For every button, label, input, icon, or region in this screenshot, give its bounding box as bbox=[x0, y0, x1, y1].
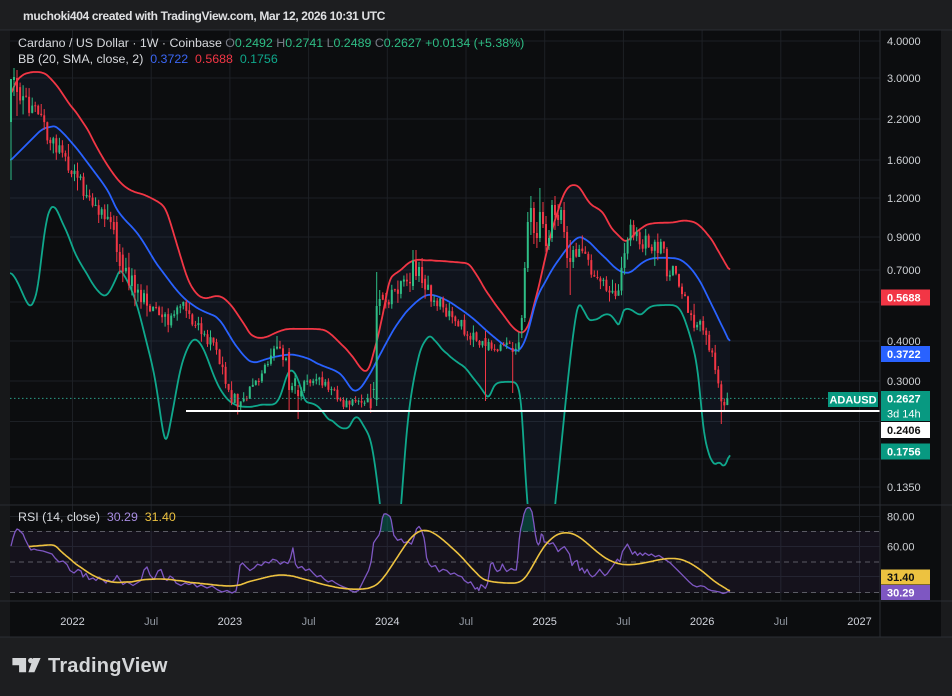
svg-text:2024: 2024 bbox=[375, 616, 399, 628]
svg-text:Jul: Jul bbox=[616, 616, 630, 628]
svg-text:Jul: Jul bbox=[144, 616, 158, 628]
svg-text:0.3722: 0.3722 bbox=[887, 349, 921, 361]
svg-text:Jul: Jul bbox=[302, 616, 316, 628]
svg-text:2.2000: 2.2000 bbox=[887, 114, 921, 126]
svg-text:1.2000: 1.2000 bbox=[887, 193, 921, 205]
svg-text:2025: 2025 bbox=[532, 616, 556, 628]
svg-text:2023: 2023 bbox=[218, 616, 242, 628]
svg-text:4.0000: 4.0000 bbox=[887, 36, 921, 48]
svg-text:Cardano / US Dollar · 1W · Coi: Cardano / US Dollar · 1W · Coinbase O0.2… bbox=[18, 36, 524, 50]
svg-text:60.00: 60.00 bbox=[887, 542, 915, 554]
svg-text:3.0000: 3.0000 bbox=[887, 73, 921, 85]
svg-text:0.1350: 0.1350 bbox=[887, 482, 921, 494]
svg-text:0.9000: 0.9000 bbox=[887, 232, 921, 244]
svg-text:0.2627: 0.2627 bbox=[887, 394, 921, 406]
svg-text:RSI (14, close) 30.29 31.40: RSI (14, close) 30.29 31.40 bbox=[18, 510, 176, 524]
svg-text:Jul: Jul bbox=[774, 616, 788, 628]
svg-text:0.2406: 0.2406 bbox=[887, 425, 921, 437]
svg-text:ADAUSD: ADAUSD bbox=[829, 395, 876, 407]
svg-text:2026: 2026 bbox=[690, 616, 714, 628]
svg-text:2027: 2027 bbox=[847, 616, 871, 628]
svg-text:Jul: Jul bbox=[459, 616, 473, 628]
svg-text:30.29: 30.29 bbox=[887, 588, 915, 600]
svg-text:0.7000: 0.7000 bbox=[887, 265, 921, 277]
svg-text:1.6000: 1.6000 bbox=[887, 155, 921, 167]
svg-text:muchoki404 created with Tradin: muchoki404 created with TradingView.com,… bbox=[23, 9, 386, 23]
svg-text:80.00: 80.00 bbox=[887, 512, 915, 524]
svg-text:0.1756: 0.1756 bbox=[887, 447, 921, 459]
svg-text:31.40: 31.40 bbox=[887, 572, 915, 584]
svg-text:TradingView: TradingView bbox=[48, 655, 168, 677]
svg-text:3d 14h: 3d 14h bbox=[887, 409, 921, 421]
svg-text:0.5688: 0.5688 bbox=[887, 293, 921, 305]
svg-text:BB (20, SMA, close, 2) 0.3722: BB (20, SMA, close, 2) 0.3722 0.5688 0.1… bbox=[18, 52, 278, 66]
svg-text:0.3000: 0.3000 bbox=[887, 376, 921, 388]
svg-text:2022: 2022 bbox=[60, 616, 84, 628]
